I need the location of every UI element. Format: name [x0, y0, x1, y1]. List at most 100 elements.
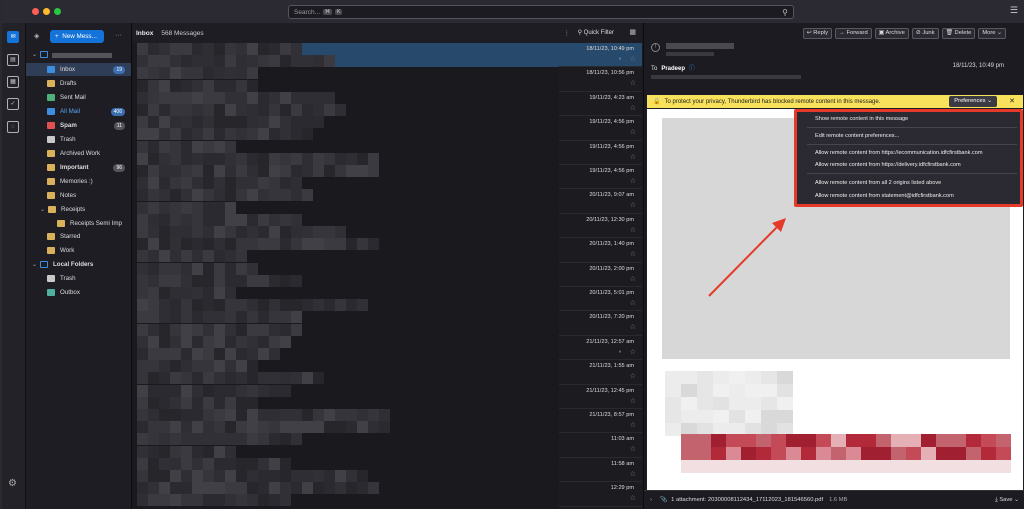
- star-icon[interactable]: ☆: [630, 104, 636, 112]
- star-icon[interactable]: ☆: [630, 445, 636, 453]
- star-icon[interactable]: ☆: [630, 494, 636, 502]
- menu-item-allow-all[interactable]: Allow remote content from all 2 origins …: [815, 180, 941, 186]
- message-row[interactable]: 21/11/23, 8:57 pm ☆: [559, 409, 642, 434]
- local-folders-row[interactable]: ⌄ Local Folders: [26, 258, 131, 271]
- chevron-down-icon[interactable]: ⌄: [32, 261, 37, 268]
- mail-space-icon[interactable]: ✉: [7, 31, 19, 43]
- save-attachment-button[interactable]: ⤓ Save ⌄: [995, 497, 1019, 504]
- message-row[interactable]: 20/11/23, 12:30 pm ☆: [559, 214, 642, 239]
- message-row[interactable]: 18/11/23, 10:56 pm ☆: [559, 67, 642, 92]
- sidebar-item-receipts[interactable]: ⌄ Receipts: [26, 203, 131, 216]
- star-icon[interactable]: ☆: [630, 55, 636, 63]
- global-search-input[interactable]: Search... ⌘ K ⚲: [288, 5, 794, 19]
- close-notification-icon[interactable]: ✕: [1009, 97, 1015, 105]
- star-icon[interactable]: ☆: [630, 323, 636, 331]
- sidebar-item-trash[interactable]: Trash: [26, 133, 131, 146]
- quick-filter-button[interactable]: ⚲ Quick Filter: [578, 29, 614, 36]
- star-icon[interactable]: ☆: [630, 226, 636, 234]
- contact-info-icon[interactable]: ⓘ: [689, 66, 695, 72]
- delete-button[interactable]: 🗑 Delete: [941, 28, 976, 39]
- star-icon[interactable]: ☆: [630, 275, 636, 283]
- folder-pane-menu-icon[interactable]: ···: [115, 32, 122, 39]
- close-window-button[interactable]: [32, 8, 39, 15]
- star-icon[interactable]: ☆: [630, 177, 636, 185]
- account-row[interactable]: ⌄: [32, 51, 131, 60]
- message-row[interactable]: 20/11/23, 1:40 pm ☆: [559, 238, 642, 263]
- more-options-icon[interactable]: ⋮: [564, 29, 571, 37]
- message-row[interactable]: 19/11/23, 4:56 pm ☆: [559, 165, 642, 190]
- message-row[interactable]: 20/11/23, 9:07 am ☆: [559, 189, 642, 214]
- menu-item-allow-origin[interactable]: Allow remote content from https://delive…: [815, 162, 961, 168]
- sidebar-item-outbox[interactable]: Outbox: [26, 286, 131, 299]
- menu-item-allow-origin[interactable]: Allow remote content from https://ecommu…: [815, 150, 983, 156]
- star-icon[interactable]: ☆: [630, 250, 636, 258]
- chevron-down-icon[interactable]: ⌄: [40, 206, 45, 213]
- message-row[interactable]: 21/11/23, 12:45 pm ☆: [559, 385, 642, 409]
- address-book-icon[interactable]: ▤: [7, 54, 19, 66]
- attachment-name[interactable]: 1 attachment: 20300008112434_17112023_18…: [671, 497, 823, 503]
- reply-button[interactable]: ↩ Reply: [802, 28, 833, 39]
- message-row[interactable]: 21/11/23, 1:55 am ☆: [559, 360, 642, 385]
- chevron-right-icon[interactable]: ›: [650, 497, 652, 503]
- sidebar-item-important[interactable]: Important 96: [26, 161, 131, 174]
- menu-item-allow-sender[interactable]: Allow remote content from statement@idfc…: [815, 193, 954, 199]
- sidebar-item-memories[interactable]: Memories :): [26, 175, 131, 188]
- archive-button[interactable]: ▣ Archive: [874, 28, 909, 39]
- message-row[interactable]: 18/11/23, 10:49 pm ◐ ☆: [559, 43, 642, 68]
- sidebar-item-starred[interactable]: Starred: [26, 230, 131, 243]
- sidebar-item-archived-work[interactable]: Archived Work: [26, 147, 131, 160]
- message-row[interactable]: 19/11/23, 4:56 pm ☆: [559, 141, 642, 165]
- star-icon[interactable]: ☆: [630, 128, 636, 136]
- sidebar-item-sent-mail[interactable]: Sent Mail: [26, 91, 131, 104]
- redaction-pixel: [159, 177, 170, 190]
- tag-icon[interactable]: ◈: [34, 32, 39, 40]
- new-message-button[interactable]: + New Mess...: [50, 30, 104, 43]
- star-icon[interactable]: ☆: [630, 372, 636, 380]
- star-icon[interactable]: ☆: [630, 421, 636, 429]
- star-icon[interactable]: ☆: [630, 348, 636, 356]
- message-row[interactable]: 20/11/23, 2:00 pm ☆: [559, 263, 642, 287]
- menu-item-show-remote[interactable]: Show remote content in this message: [815, 116, 908, 122]
- search-icon[interactable]: ⚲: [782, 8, 788, 17]
- star-icon[interactable]: ☆: [630, 299, 636, 307]
- zoom-window-button[interactable]: [54, 8, 61, 15]
- settings-gear-icon[interactable]: ⚙: [8, 478, 17, 489]
- message-row[interactable]: 21/11/23, 12:57 am ◐ ☆: [559, 336, 642, 361]
- menu-item-edit-prefs[interactable]: Edit remote content preferences...: [815, 133, 899, 139]
- more-button[interactable]: More ⌄: [978, 28, 1006, 39]
- calendar-icon[interactable]: ▦: [7, 76, 19, 88]
- message-row[interactable]: 11:58 am ☆: [559, 458, 642, 483]
- star-icon[interactable]: ☆: [630, 397, 636, 405]
- star-icon[interactable]: ☆: [630, 201, 636, 209]
- redaction-pixel: [148, 482, 159, 495]
- forward-button[interactable]: → Forward: [835, 28, 872, 39]
- star-icon[interactable]: ☆: [630, 153, 636, 161]
- star-icon[interactable]: ☆: [630, 470, 636, 478]
- message-row[interactable]: 19/11/23, 4:23 am ☆: [559, 92, 642, 117]
- sidebar-item-local-trash[interactable]: Trash: [26, 272, 131, 285]
- chat-icon[interactable]: ◌: [7, 121, 19, 133]
- minimize-window-button[interactable]: [43, 8, 50, 15]
- message-row[interactable]: 11:03 am ☆: [559, 433, 642, 458]
- redaction-pixel: [846, 434, 861, 447]
- sidebar-item-drafts[interactable]: Drafts: [26, 77, 131, 90]
- message-row[interactable]: 20/11/23, 7:20 pm ☆: [559, 311, 642, 336]
- sidebar-item-spam[interactable]: Spam 11: [26, 119, 131, 132]
- list-display-options-icon[interactable]: ▦: [629, 28, 636, 36]
- sidebar-item-notes[interactable]: Notes: [26, 189, 131, 202]
- sidebar-item-all-mail[interactable]: All Mail 406: [26, 105, 131, 118]
- tasks-icon[interactable]: ✓: [7, 98, 19, 110]
- chevron-down-icon[interactable]: ⌄: [32, 51, 37, 58]
- app-menu-icon[interactable]: ☰: [1010, 5, 1018, 16]
- sidebar-item-receipts-semi-imp[interactable]: Receipts Semi Imp: [26, 217, 131, 230]
- message-row[interactable]: 19/11/23, 4:56 pm ☆: [559, 116, 642, 141]
- message-row[interactable]: 12:29 pm ☆: [559, 482, 642, 507]
- redaction-pixel: [236, 165, 247, 177]
- to-recipient[interactable]: Pradeep: [661, 66, 685, 72]
- message-row[interactable]: 20/11/23, 5:01 pm ☆: [559, 287, 642, 312]
- sidebar-item-work[interactable]: Work: [26, 244, 131, 257]
- star-icon[interactable]: ☆: [630, 79, 636, 87]
- sidebar-item-inbox[interactable]: Inbox 19: [26, 63, 131, 76]
- preferences-button[interactable]: Preferences ⌄: [949, 96, 997, 107]
- junk-button[interactable]: ⊘ Junk: [911, 28, 939, 39]
